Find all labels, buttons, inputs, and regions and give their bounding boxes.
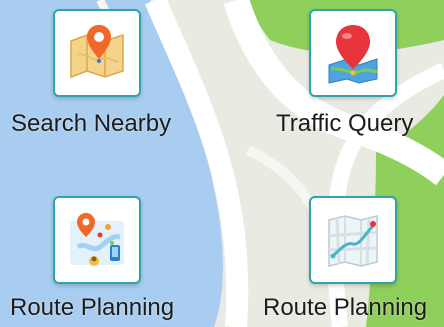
traffic-query-label[interactable]: Traffic Query [276,112,413,136]
search-nearby-button[interactable] [53,9,141,97]
menu-screen: Search Nearby Traffic Query Route Planni… [0,0,444,327]
city-map-icon [328,215,378,267]
route-planning-button[interactable] [53,196,141,284]
traffic-query-button[interactable] [309,9,397,97]
balloon-pin-icon [328,25,378,84]
route-planning-label[interactable]: Route Planning [10,296,174,320]
search-nearby-label[interactable]: Search Nearby [11,112,171,136]
route-planning-label-2[interactable]: Route Planning [263,296,427,320]
route-network-icon [70,213,124,266]
route-planning-button-2[interactable] [309,196,397,284]
map-pin-icon [70,25,124,79]
